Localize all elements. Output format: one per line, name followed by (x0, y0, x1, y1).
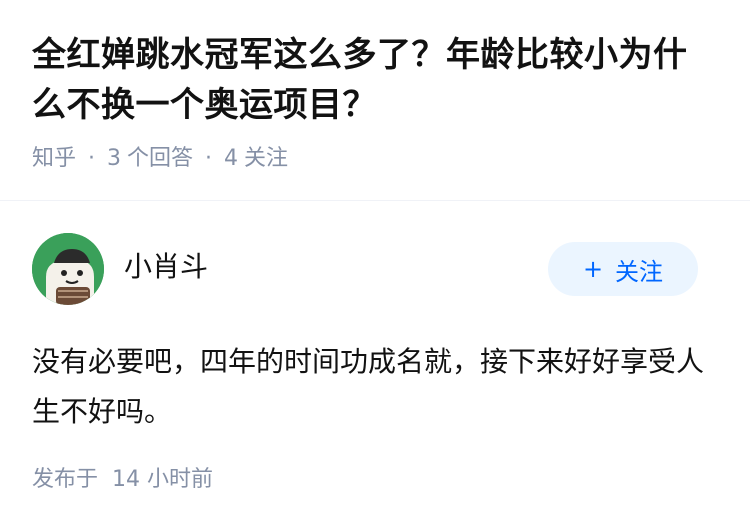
publish-label: 发布于 (32, 467, 99, 492)
author-name[interactable]: 小肖斗 (124, 249, 208, 285)
question-title[interactable]: 全红婵跳水冠军这么多了？年龄比较小为什么不换一个奥运项目？ (32, 30, 718, 130)
follower-count-label: 关注 (244, 146, 289, 171)
publish-time: 14 小时前 (112, 467, 214, 492)
source-label[interactable]: 知乎 (32, 144, 76, 174)
answer-count-label: 个回答 (127, 146, 194, 171)
answer-card: 小肖斗 + 关注 没有必要吧，四年的时间功成名就，接下来好好享受人生不好吗。 发… (0, 201, 750, 492)
follow-button-label: 关注 (615, 257, 664, 286)
follower-count: 4 (224, 146, 239, 171)
meta-separator: · (88, 146, 96, 171)
follow-button[interactable]: + 关注 (548, 242, 698, 296)
plus-icon: + (582, 255, 604, 283)
author-avatar[interactable] (32, 233, 104, 305)
answer-count-link[interactable]: 3 个回答 (107, 144, 193, 174)
author-row: 小肖斗 + 关注 (0, 201, 750, 311)
answer-count: 3 (107, 146, 122, 171)
question-meta: 知乎 · 3 个回答 · 4 关注 (32, 144, 718, 174)
publish-info: 发布于 14 小时前 (32, 465, 213, 495)
answer-content[interactable]: 没有必要吧，四年的时间功成名就，接下来好好享受人生不好吗。 (32, 337, 712, 437)
question-header: 全红婵跳水冠军这么多了？年龄比较小为什么不换一个奥运项目？ 知乎 · 3 个回答 … (0, 0, 750, 174)
meta-separator: · (205, 146, 213, 171)
follower-count-link[interactable]: 4 关注 (224, 144, 288, 174)
avatar-cartoon-icon (32, 233, 104, 305)
